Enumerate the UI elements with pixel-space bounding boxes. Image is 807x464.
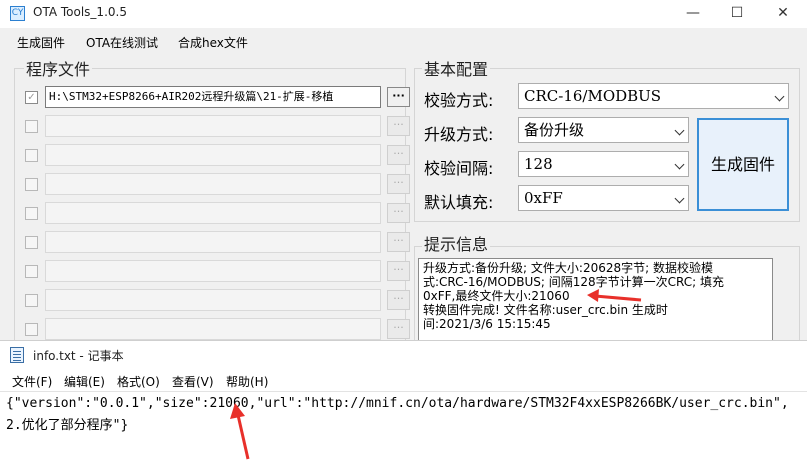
file-path-input[interactable] bbox=[45, 144, 381, 166]
chevron-down-icon bbox=[674, 193, 685, 204]
notepad-text-area[interactable]: {"version":"0.0.1","size":21060,"url":"h… bbox=[0, 391, 807, 464]
default-fill-label: 默认填充: bbox=[424, 193, 494, 212]
menu-format[interactable]: 格式(O) bbox=[117, 373, 160, 390]
browse-button[interactable]: ··· bbox=[387, 116, 410, 136]
generate-firmware-button[interactable]: 生成固件 bbox=[697, 118, 789, 211]
browse-button[interactable]: ··· bbox=[387, 145, 410, 165]
info-line: 间:2021/3/6 15:15:45 bbox=[423, 317, 551, 331]
file-path-input[interactable] bbox=[45, 115, 381, 137]
annotation-arrow-icon bbox=[587, 289, 642, 302]
file-path-input[interactable] bbox=[45, 260, 381, 282]
menu-merge-hex[interactable]: 合成hex文件 bbox=[178, 34, 248, 51]
file-row: ··· bbox=[15, 173, 410, 197]
upgrade-method-select[interactable]: 备份升级 bbox=[518, 117, 689, 143]
file-path-input[interactable] bbox=[45, 173, 381, 195]
file-checkbox[interactable] bbox=[25, 294, 38, 307]
verify-method-select[interactable]: CRC-16/MODBUS bbox=[518, 83, 789, 109]
browse-button[interactable]: ··· bbox=[387, 174, 410, 194]
chevron-down-icon bbox=[674, 125, 685, 136]
file-checkbox[interactable] bbox=[25, 120, 38, 133]
close-button[interactable]: ✕ bbox=[760, 0, 806, 28]
file-path-input[interactable] bbox=[45, 289, 381, 311]
notepad-window: info.txt - 记事本 文件(F) 编辑(E) 格式(O) 查看(V) 帮… bbox=[0, 340, 807, 464]
menu-help[interactable]: 帮助(H) bbox=[226, 373, 268, 390]
file-checkbox[interactable] bbox=[25, 207, 38, 220]
file-row: ··· bbox=[15, 202, 410, 226]
browse-button[interactable]: ··· bbox=[387, 319, 410, 339]
notepad-menu-bar: 文件(F) 编辑(E) 格式(O) 查看(V) 帮助(H) bbox=[0, 369, 807, 391]
menu-edit[interactable]: 编辑(E) bbox=[64, 373, 105, 390]
verify-method-label: 校验方式: bbox=[424, 91, 494, 110]
file-checkbox[interactable] bbox=[25, 178, 38, 191]
file-row: ··· bbox=[15, 289, 410, 313]
text-line: 2.优化了部分程序"} bbox=[6, 418, 129, 433]
annotation-arrow-icon bbox=[230, 403, 250, 460]
menu-generate-firmware[interactable]: 生成固件 bbox=[17, 34, 65, 51]
file-checkbox[interactable] bbox=[25, 323, 38, 336]
default-fill-select[interactable]: 0xFF bbox=[518, 185, 689, 211]
text-line: {"version":"0.0.1","size":21060,"url":"h… bbox=[6, 396, 789, 411]
file-checkbox[interactable] bbox=[25, 236, 38, 249]
browse-button[interactable]: ··· bbox=[387, 290, 410, 310]
program-files-group: ✓ H:\STM32+ESP8266+AIR202远程升级篇\21-扩展-移植 ··… bbox=[14, 68, 410, 342]
program-files-title: 程序文件 bbox=[24, 56, 93, 80]
file-path-input[interactable] bbox=[45, 202, 381, 224]
file-checkbox[interactable]: ✓ bbox=[25, 91, 38, 104]
file-path-input[interactable]: H:\STM32+ESP8266+AIR202远程升级篇\21-扩展-移植 bbox=[45, 86, 381, 108]
notepad-title-bar: info.txt - 记事本 bbox=[0, 341, 807, 369]
verify-method-value: CRC-16/MODBUS bbox=[524, 87, 662, 105]
chevron-down-icon bbox=[674, 159, 685, 170]
info-scrollbar[interactable] bbox=[776, 258, 796, 340]
browse-button[interactable]: ··· bbox=[387, 232, 410, 252]
file-row: ··· bbox=[15, 231, 410, 255]
verify-interval-value: 128 bbox=[524, 155, 553, 173]
browse-button[interactable]: ··· bbox=[387, 87, 410, 107]
info-title: 提示信息 bbox=[422, 231, 491, 255]
upgrade-method-label: 升级方式: bbox=[424, 125, 494, 144]
window-title: OTA Tools_1.0.5 bbox=[33, 5, 127, 19]
file-row: ··· bbox=[15, 318, 410, 342]
browse-button[interactable]: ··· bbox=[387, 261, 410, 281]
browse-button[interactable]: ··· bbox=[387, 203, 410, 223]
app-icon: CY bbox=[10, 6, 25, 21]
menu-ota-online-test[interactable]: OTA在线测试 bbox=[86, 34, 158, 51]
title-bar: CY OTA Tools_1.0.5 — ☐ ✕ bbox=[0, 0, 807, 28]
file-row: ··· bbox=[15, 144, 410, 168]
verify-interval-select[interactable]: 128 bbox=[518, 151, 689, 177]
maximize-button[interactable]: ☐ bbox=[714, 0, 760, 28]
file-checkbox[interactable] bbox=[25, 149, 38, 162]
menu-file[interactable]: 文件(F) bbox=[12, 373, 52, 390]
upgrade-method-value: 备份升级 bbox=[524, 121, 585, 139]
minimize-button[interactable]: — bbox=[670, 0, 716, 28]
ota-tools-window: CY OTA Tools_1.0.5 — ☐ ✕ 生成固件 OTA在线测试 合成… bbox=[0, 0, 807, 340]
file-row: ··· bbox=[15, 260, 410, 284]
file-path-input[interactable] bbox=[45, 318, 381, 340]
file-path-input[interactable] bbox=[45, 231, 381, 253]
menu-view[interactable]: 查看(V) bbox=[172, 373, 214, 390]
chevron-down-icon bbox=[774, 91, 785, 102]
file-row: ✓ H:\STM32+ESP8266+AIR202远程升级篇\21-扩展-移植 ··… bbox=[15, 86, 410, 110]
menu-bar: 生成固件 OTA在线测试 合成hex文件 bbox=[0, 28, 807, 54]
notepad-icon bbox=[10, 347, 24, 363]
default-fill-value: 0xFF bbox=[524, 189, 563, 207]
file-row: ··· bbox=[15, 115, 410, 139]
basic-config-title: 基本配置 bbox=[422, 56, 491, 80]
info-line: 升级方式:备份升级; 文件大小:20628字节; 数据校验模 bbox=[423, 261, 713, 275]
file-checkbox[interactable] bbox=[25, 265, 38, 278]
notepad-title: info.txt - 记事本 bbox=[33, 349, 124, 363]
verify-interval-label: 校验间隔: bbox=[424, 159, 494, 178]
